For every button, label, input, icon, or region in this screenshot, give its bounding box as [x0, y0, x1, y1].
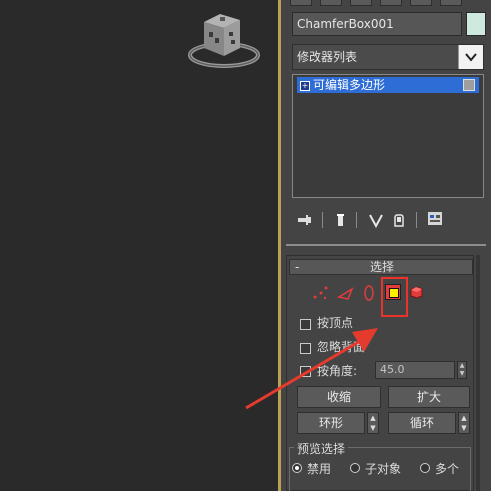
preview-subobject-label: 子对象 [365, 462, 402, 476]
ring-spinner[interactable]: ▲ ▼ [367, 412, 379, 434]
preview-subobject-radio[interactable] [350, 463, 360, 473]
configure-modifier-sets-icon[interactable] [427, 211, 444, 228]
make-unique-icon[interactable] [368, 212, 384, 228]
tab-motion[interactable] [380, 0, 402, 6]
loop-button[interactable]: 循环 [388, 412, 456, 434]
command-panel-tabs[interactable] [290, 0, 462, 6]
tab-create[interactable] [290, 0, 312, 6]
remove-modifier-icon[interactable] [391, 212, 407, 228]
chevron-down-icon [465, 53, 477, 62]
object-color-swatch[interactable] [466, 12, 486, 36]
tab-modify[interactable] [320, 0, 342, 6]
selection-rollout-header[interactable]: - 选择 [289, 259, 473, 275]
dropdown-button[interactable] [458, 45, 483, 69]
tab-display[interactable] [410, 0, 432, 6]
panel-divider [286, 244, 486, 246]
rollout-title: 选择 [370, 260, 395, 274]
border-icon[interactable] [359, 283, 379, 303]
pin-stack-icon[interactable] [297, 212, 313, 228]
modifier-stack-list[interactable]: + 可编辑多边形 [292, 74, 484, 198]
tab-utilities[interactable] [440, 0, 462, 6]
object-name-field[interactable]: ChamferBox001 [292, 12, 462, 36]
grow-button[interactable]: 扩大 [388, 386, 470, 408]
show-end-result-icon[interactable] [333, 212, 349, 228]
stack-toggle-icon[interactable] [463, 79, 475, 91]
toolbar-separator [356, 212, 357, 228]
edge-icon[interactable] [336, 283, 356, 303]
viewport[interactable] [0, 0, 278, 491]
rollout-collapse-toggle[interactable]: - [295, 260, 299, 274]
polygon-icon[interactable] [385, 284, 401, 300]
stack-item-editable-poly[interactable]: + 可编辑多边形 [297, 77, 479, 93]
tab-hierarchy[interactable] [350, 0, 372, 6]
preview-off-label: 禁用 [307, 462, 332, 476]
viewcube-icon[interactable] [186, 8, 262, 74]
preview-multi-radio[interactable] [420, 463, 430, 473]
modifier-list-label: 修改器列表 [297, 50, 358, 64]
panel-scrollbar[interactable] [476, 255, 480, 491]
preview-off-radio[interactable] [292, 463, 302, 473]
preview-selection-title: 预览选择 [294, 440, 349, 457]
modifier-list-dropdown[interactable]: 修改器列表 [292, 44, 484, 70]
ring-button[interactable]: 环形 [297, 412, 365, 434]
preview-multi-label: 多个 [435, 462, 460, 476]
vertex-icon[interactable] [311, 283, 331, 303]
toolbar-separator [322, 212, 323, 228]
loop-spinner[interactable]: ▲ ▼ [458, 412, 470, 434]
toolbar-separator [416, 212, 417, 228]
angle-spinner[interactable]: ▲ ▼ [457, 361, 467, 379]
annotation-arrow [245, 328, 378, 410]
expand-plus-icon[interactable]: + [300, 81, 310, 91]
stack-item-label: 可编辑多边形 [313, 78, 386, 92]
element-icon[interactable] [409, 284, 425, 300]
